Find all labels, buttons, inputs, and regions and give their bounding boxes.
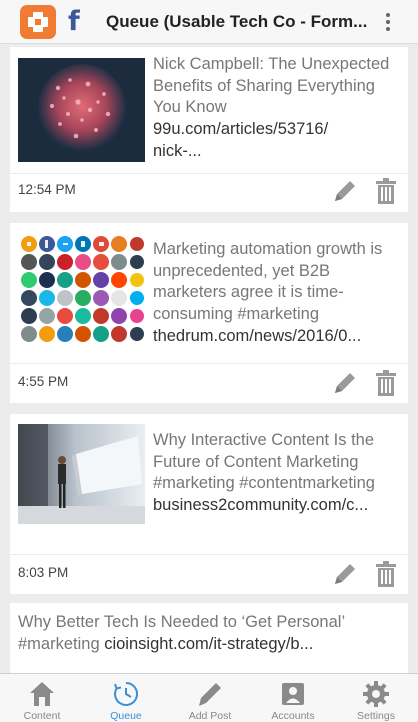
queue-post-card[interactable]: Marketing automation growth is unprecede…: [10, 223, 408, 403]
post-link[interactable]: 99u.com/articles/53716/: [153, 119, 403, 141]
pencil-icon: [199, 683, 221, 706]
app-logo-icon[interactable]: [20, 5, 56, 39]
tab-accounts[interactable]: Accounts: [251, 674, 335, 722]
clock-icon: [114, 682, 138, 706]
bottom-tab-bar: Content Queue Add Post Accounts Settings: [0, 673, 418, 722]
tab-add-post[interactable]: Add Post: [168, 674, 252, 722]
trash-icon[interactable]: [375, 561, 397, 587]
tab-label: Accounts: [271, 710, 315, 722]
post-text: Why Better Tech Is Needed to ‘Get Person…: [18, 613, 346, 653]
scheduled-time: 8:03 PM: [18, 565, 69, 580]
tab-label: Add Post: [188, 710, 232, 722]
gear-icon: [363, 681, 389, 707]
tab-label: Queue: [110, 710, 142, 722]
edit-icon[interactable]: [332, 178, 358, 204]
tab-label: Content: [23, 710, 61, 722]
edit-icon[interactable]: [332, 561, 358, 587]
top-bar: f Queue (Usable Tech Co - Form...: [0, 0, 418, 44]
home-icon: [30, 682, 54, 706]
post-link[interactable]: cioinsight.com/it-strategy/b...: [104, 635, 313, 653]
tab-label: Settings: [357, 710, 395, 722]
tab-content[interactable]: Content: [0, 674, 84, 722]
post-text: Nick Campbell: The Unexpected Benefits o…: [153, 54, 403, 163]
queue-post-card[interactable]: Nick Campbell: The Unexpected Benefits o…: [10, 47, 408, 212]
scheduled-time: 4:55 PM: [18, 374, 69, 389]
trash-icon[interactable]: [375, 178, 397, 204]
post-link[interactable]: thedrum.com/news/2016/0...: [153, 326, 403, 348]
card-divider: [10, 363, 408, 364]
post-link[interactable]: business2community.com/c...: [153, 495, 403, 517]
tab-queue[interactable]: Queue: [84, 674, 168, 722]
facebook-icon: f: [68, 6, 80, 37]
post-text: Marketing automation growth is unprecede…: [153, 239, 403, 348]
accounts-icon: [282, 683, 304, 705]
trash-icon[interactable]: [375, 370, 397, 396]
post-thumbnail-office: [18, 424, 145, 524]
queue-post-card[interactable]: Why Better Tech Is Needed to ‘Get Person…: [10, 603, 408, 673]
post-link-continued[interactable]: nick-...: [153, 141, 403, 163]
card-divider: [10, 173, 408, 174]
more-vertical-icon[interactable]: [382, 12, 394, 34]
edit-icon[interactable]: [332, 370, 358, 396]
card-divider: [10, 554, 408, 555]
page-title: Queue (Usable Tech Co - Form...: [106, 12, 368, 31]
scheduled-time: 12:54 PM: [18, 182, 76, 197]
post-text: Why Interactive Content Is the Future of…: [153, 430, 403, 517]
post-thumbnail-network: [18, 58, 145, 162]
post-thumbnail-social-icons: [18, 233, 145, 345]
tab-settings[interactable]: Settings: [334, 674, 418, 722]
queue-post-card[interactable]: Why Interactive Content Is the Future of…: [10, 414, 408, 594]
